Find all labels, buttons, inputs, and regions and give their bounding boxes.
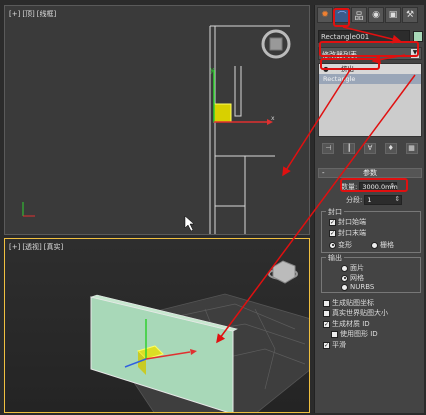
show-end-result-icon[interactable]: ┃: [343, 142, 356, 154]
top-viewport-scene: y x: [22, 25, 291, 234]
top-viewport[interactable]: [+] [顶] [线框] y x: [4, 5, 310, 235]
radio-selected-icon: [341, 274, 348, 282]
sun-icon: ✹: [321, 10, 329, 20]
checkbox-checked-icon: ✓: [329, 218, 336, 226]
output-patch-radio[interactable]: 面片: [341, 263, 364, 273]
svg-text:x: x: [271, 115, 275, 122]
annotation-box-modify-tab: [333, 8, 350, 27]
output-mesh-radio[interactable]: 网格: [341, 273, 364, 283]
annotation-box-amount: [340, 178, 408, 192]
morph-radio[interactable]: 变形: [329, 240, 352, 250]
checkbox-checked-icon: ✓: [329, 229, 336, 237]
cap-start-checkbox[interactable]: ✓ 封口始端: [329, 217, 366, 227]
radio-icon: [341, 264, 348, 272]
output-group-label: 输出: [326, 253, 344, 263]
annotation-box-modifier-list: [319, 41, 419, 57]
svg-text:y: y: [210, 66, 214, 74]
make-unique-icon[interactable]: ∀: [363, 142, 376, 154]
use-shape-id-checkbox[interactable]: 使用图形 ID: [331, 329, 378, 339]
checkbox-icon: [331, 330, 338, 338]
hierarchy-icon: 品: [354, 11, 364, 22]
annotation-box-extrude: [320, 58, 380, 70]
capping-group-label: 封口: [326, 207, 344, 217]
utilities-tab[interactable]: ⚒: [402, 7, 418, 23]
cap-end-checkbox[interactable]: ✓ 封口末端: [329, 228, 366, 238]
configure-sets-icon[interactable]: ▦: [405, 142, 418, 154]
motion-icon: ◉: [372, 10, 380, 20]
remove-modifier-icon[interactable]: ♦: [384, 142, 397, 154]
output-nurbs-radio[interactable]: NURBS: [341, 283, 374, 291]
segments-label: 分段:: [346, 196, 363, 204]
radio-icon: [341, 283, 348, 291]
modifier-stack[interactable]: ● 挤出 Rectangle: [318, 63, 422, 137]
perspective-viewport[interactable]: [+] [透视] [真实]: [4, 238, 310, 413]
gen-matid-checkbox[interactable]: ✓ 生成材质 ID: [323, 319, 370, 329]
motion-tab[interactable]: ◉: [368, 7, 384, 23]
checkbox-checked-icon: ✓: [323, 320, 330, 328]
segments-row: 分段: 1: [341, 195, 403, 205]
collapse-icon: -: [322, 169, 325, 177]
real-world-checkbox[interactable]: 真实世界贴图大小: [323, 308, 388, 318]
checkbox-checked-icon: ✓: [323, 341, 330, 349]
parameters-rollout-header[interactable]: - 参数: [318, 168, 422, 178]
stack-toolbar: ⊣ ┃ ∀ ♦ ▦: [318, 141, 422, 155]
segments-spinner[interactable]: 1: [364, 195, 403, 205]
radio-selected-icon: [329, 241, 336, 249]
pin-stack-icon[interactable]: ⊣: [322, 142, 335, 154]
stack-item-rectangle[interactable]: Rectangle: [319, 74, 421, 84]
create-tab[interactable]: ✹: [317, 7, 333, 23]
checkbox-icon: [323, 309, 330, 317]
hammer-icon: ⚒: [405, 10, 415, 20]
smooth-checkbox[interactable]: ✓ 平滑: [323, 340, 346, 350]
gen-mapping-checkbox[interactable]: 生成贴图坐标: [323, 298, 374, 308]
perspective-viewport-scene: [89, 260, 309, 412]
radio-icon: [371, 241, 378, 249]
checkbox-icon: [323, 299, 330, 307]
hierarchy-tab[interactable]: 品: [351, 7, 367, 23]
display-icon: ▣: [388, 10, 398, 20]
grid-radio[interactable]: 栅格: [371, 240, 394, 250]
display-tab[interactable]: ▣: [385, 7, 401, 23]
